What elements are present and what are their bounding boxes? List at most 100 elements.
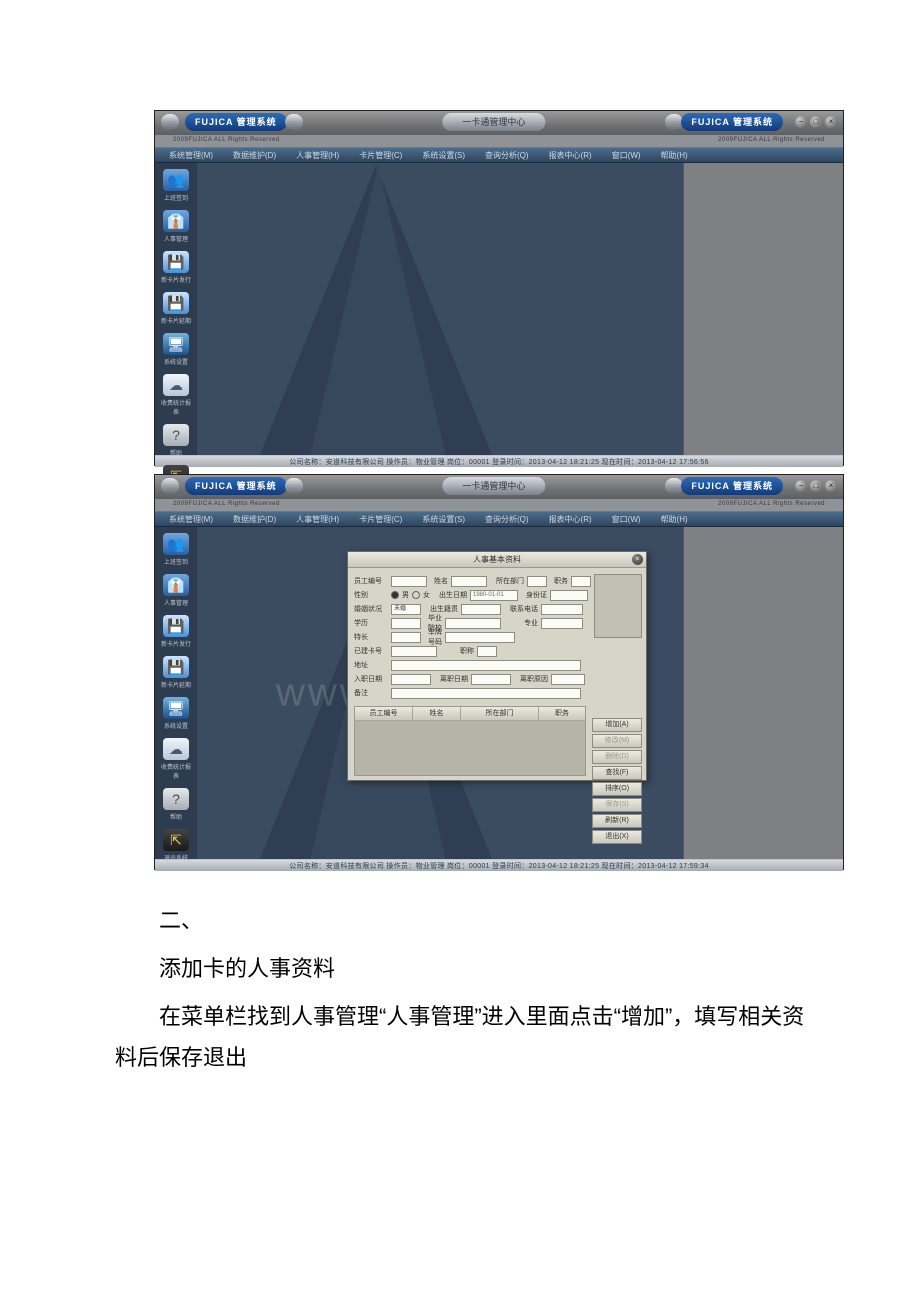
dialog-close-icon[interactable]: ×	[632, 554, 643, 565]
menu-report[interactable]: 报表中心(R)	[539, 150, 602, 161]
sidebar-item-extendcard[interactable]: 💾新卡片延期	[159, 292, 193, 325]
table-body[interactable]	[354, 720, 586, 776]
label-birth: 出生日期	[433, 590, 467, 600]
menu-card[interactable]: 卡片管理(C)	[349, 514, 412, 525]
menu-window[interactable]: 窗口(W)	[602, 514, 651, 525]
input-dept[interactable]	[527, 576, 547, 587]
menu-help[interactable]: 帮助(H)	[651, 514, 698, 525]
minimize-icon[interactable]: −	[795, 480, 807, 492]
input-degree[interactable]	[391, 618, 421, 629]
label-outreason: 离职原因	[514, 674, 548, 684]
col-empno[interactable]: 员工编号	[355, 707, 413, 720]
maximize-icon[interactable]: □	[810, 480, 822, 492]
sidebar-item-hr[interactable]: 👔人事管理	[159, 210, 193, 243]
sidebar-item-newcard[interactable]: 💾新卡片发行	[159, 615, 193, 648]
menubar: 系统管理(M) 数据维护(D) 人事管理(H) 卡片管理(C) 系统设置(S) …	[155, 511, 843, 527]
menu-setting[interactable]: 系统设置(S)	[412, 514, 475, 525]
input-speciality[interactable]	[391, 632, 421, 643]
label-outdate: 离职日期	[434, 674, 468, 684]
modify-button[interactable]: 修改(M)	[592, 734, 642, 748]
sidebar-item-checkin[interactable]: 👥上班签到	[159, 533, 193, 566]
sidebar-item-extendcard[interactable]: 💾新卡片延期	[159, 656, 193, 689]
label-idcard: 身份证	[521, 590, 547, 600]
input-remark[interactable]	[391, 688, 581, 699]
sidebar-item-label: 系统设置	[159, 721, 193, 730]
menu-query[interactable]: 查询分析(Q)	[475, 150, 539, 161]
menu-hr[interactable]: 人事管理(H)	[286, 150, 349, 161]
cloud-icon: ☁	[163, 738, 189, 760]
screenshot-main: FUJICA 管理系统 一卡通管理中心 FUJICA 管理系统 − □ × 20…	[154, 110, 844, 466]
input-usecard[interactable]	[391, 646, 437, 657]
dialog-buttons: 增加(A) 修改(M) 删除(D) 查找(F) 排序(O) 保存(S) 刷新(R…	[592, 718, 642, 844]
input-major[interactable]	[541, 618, 583, 629]
menu-system[interactable]: 系统管理(M)	[159, 150, 223, 161]
sidebar-item-label: 收费统计报表	[159, 398, 193, 416]
col-name[interactable]: 姓名	[413, 707, 461, 720]
sidebar-item-help[interactable]: ?帮助	[159, 788, 193, 821]
col-dept[interactable]: 所在部门	[461, 707, 539, 720]
menu-system[interactable]: 系统管理(M)	[159, 514, 223, 525]
sidebar-item-hr[interactable]: 👔人事管理	[159, 574, 193, 607]
titlebar-cap	[285, 478, 303, 494]
copyright-left: 2009FUJICA ALL Rights Reserved	[173, 137, 280, 143]
titlebar-cap-left	[161, 478, 179, 494]
sidebar: 👥上班签到 👔人事管理 💾新卡片发行 💾新卡片延期 🖥系统设置 ☁收费统计报表 …	[155, 163, 197, 455]
sidebar-item-newcard[interactable]: 💾新卡片发行	[159, 251, 193, 284]
disk-icon: 💾	[163, 251, 189, 273]
input-gradfrom[interactable]	[445, 618, 501, 629]
sidebar-item-exit[interactable]: ⇱退出系统	[159, 829, 193, 862]
refresh-button[interactable]: 刷新(R)	[592, 814, 642, 828]
input-idcard[interactable]	[550, 590, 588, 601]
maximize-icon[interactable]: □	[810, 116, 822, 128]
exit-button[interactable]: 退出(X)	[592, 830, 642, 844]
col-job[interactable]: 职务	[539, 707, 585, 720]
hr-icon: 👔	[163, 574, 189, 596]
radio-female[interactable]	[412, 591, 420, 599]
label-usecard: 已建卡号	[354, 646, 388, 656]
input-marital[interactable]: 未婚	[391, 604, 421, 615]
sidebar-item-help[interactable]: ?帮助	[159, 424, 193, 457]
input-carno[interactable]	[445, 632, 515, 643]
titlebar-cap	[665, 114, 683, 130]
center-title: 一卡通管理中心	[442, 477, 545, 495]
menu-query[interactable]: 查询分析(Q)	[475, 514, 539, 525]
input-birth[interactable]: 1980-01-01	[470, 590, 518, 601]
input-outdate[interactable]	[471, 674, 511, 685]
menu-report[interactable]: 报表中心(R)	[539, 514, 602, 525]
delete-button[interactable]: 删除(D)	[592, 750, 642, 764]
input-native[interactable]	[461, 604, 501, 615]
sort-button[interactable]: 排序(O)	[592, 782, 642, 796]
photo-slot[interactable]	[594, 574, 642, 638]
menu-help[interactable]: 帮助(H)	[651, 150, 698, 161]
minimize-icon[interactable]: −	[795, 116, 807, 128]
sidebar-item-report[interactable]: ☁收费统计报表	[159, 374, 193, 416]
menu-data[interactable]: 数据维护(D)	[223, 150, 286, 161]
exit-icon: ⇱	[163, 829, 189, 851]
sidebar-item-checkin[interactable]: 👥上班签到	[159, 169, 193, 202]
radio-male[interactable]	[391, 591, 399, 599]
menu-card[interactable]: 卡片管理(C)	[349, 150, 412, 161]
input-indate[interactable]	[391, 674, 431, 685]
menu-data[interactable]: 数据维护(D)	[223, 514, 286, 525]
input-position[interactable]	[477, 646, 497, 657]
menu-window[interactable]: 窗口(W)	[602, 150, 651, 161]
add-button[interactable]: 增加(A)	[592, 718, 642, 732]
save-button[interactable]: 保存(S)	[592, 798, 642, 812]
input-empno[interactable]	[391, 576, 427, 587]
sidebar-item-settings[interactable]: 🖥系统设置	[159, 697, 193, 730]
input-address[interactable]	[391, 660, 581, 671]
menu-setting[interactable]: 系统设置(S)	[412, 150, 475, 161]
input-job[interactable]	[571, 576, 591, 587]
close-icon[interactable]: ×	[825, 116, 837, 128]
input-outreason[interactable]	[551, 674, 585, 685]
close-icon[interactable]: ×	[825, 480, 837, 492]
sidebar-item-settings[interactable]: 🖥系统设置	[159, 333, 193, 366]
status-text: 公司名称：安道科技有限公司 操作员：物业管理 岗位：00001 登录时间：201…	[289, 457, 709, 467]
input-phone[interactable]	[541, 604, 583, 615]
menu-hr[interactable]: 人事管理(H)	[286, 514, 349, 525]
input-name[interactable]	[451, 576, 487, 587]
query-button[interactable]: 查找(F)	[592, 766, 642, 780]
help-icon: ?	[163, 788, 189, 810]
sidebar-item-report[interactable]: ☁收费统计报表	[159, 738, 193, 780]
monitor-icon: 🖥	[163, 333, 189, 355]
